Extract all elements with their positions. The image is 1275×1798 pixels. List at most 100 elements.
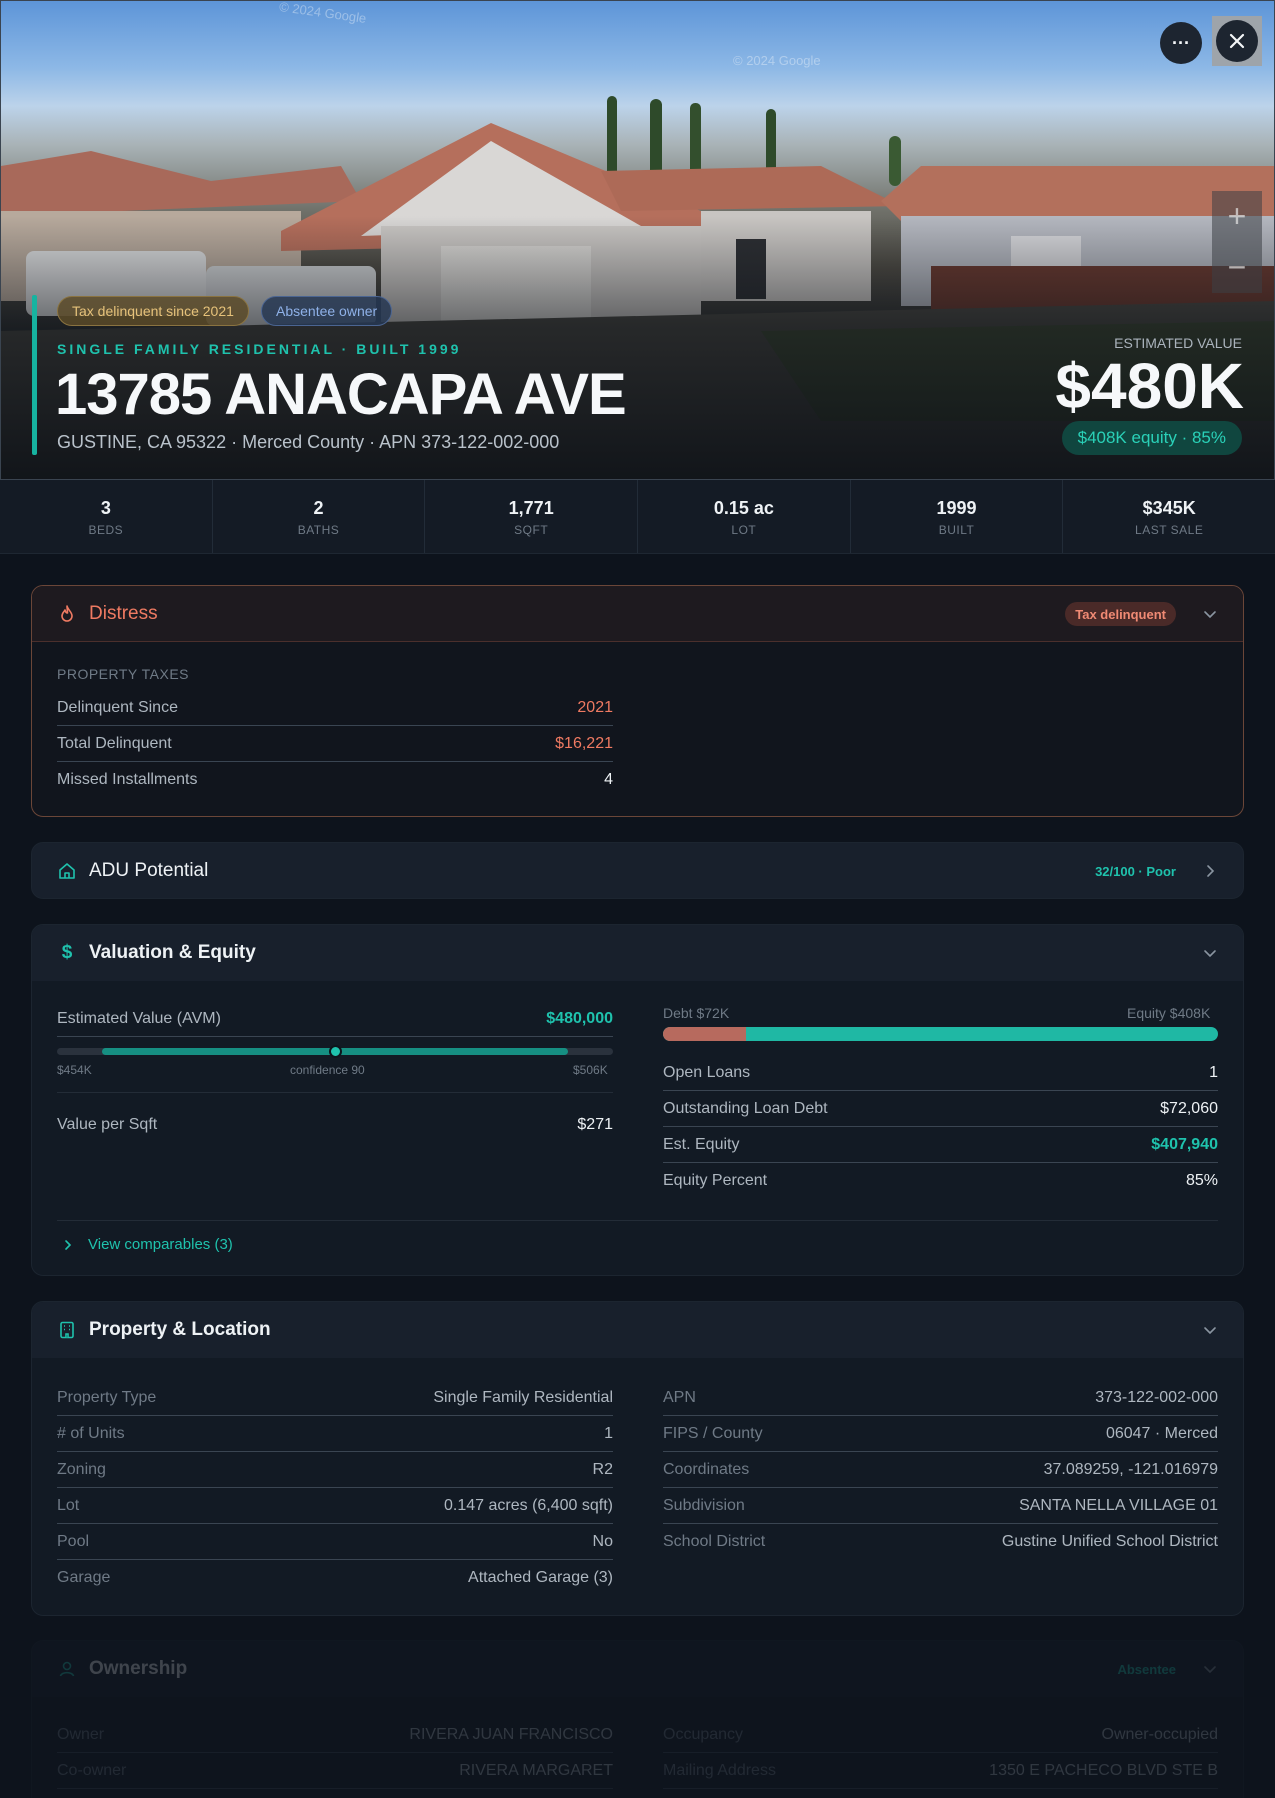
property-type-subtitle: SINGLE FAMILY RESIDENTIAL · BUILT 1999 xyxy=(57,341,462,357)
ownership-title: Ownership xyxy=(89,1658,188,1679)
street-view-zoom-controls: + − xyxy=(1212,191,1262,293)
chevron-down-icon[interactable] xyxy=(1202,945,1218,961)
row-value: $72,060 xyxy=(1160,1099,1218,1117)
divider xyxy=(57,1220,1218,1221)
row-value: $407,940 xyxy=(1151,1135,1218,1153)
row-value: RIVERA JUAN FRANCISCO xyxy=(409,1725,613,1743)
equity-row: Equity Percent 85% xyxy=(663,1163,1218,1199)
stat-value: 1999 xyxy=(936,498,977,518)
stat-lot: 0.15 ac LOT xyxy=(638,480,851,553)
avm-row: Estimated Value (AVM) $480,000 xyxy=(57,1001,613,1037)
row-value: 1 xyxy=(604,1424,613,1442)
row-value: No xyxy=(592,1532,613,1550)
absentee-badge: Absentee xyxy=(1117,1661,1176,1677)
zoom-out-button[interactable]: − xyxy=(1212,242,1262,293)
dollar-icon: $ xyxy=(61,942,73,963)
stat-value: 3 xyxy=(100,498,111,518)
adu-score: 32/100 · Poor xyxy=(1095,863,1176,879)
property-row: Zoning R2 xyxy=(57,1452,613,1488)
stat-sqft: 1,771 SQFT xyxy=(425,480,639,553)
distress-title: Distress xyxy=(89,602,158,624)
stat-label: SQFT xyxy=(514,523,549,537)
building-icon xyxy=(57,1320,77,1340)
row-value: SANTA NELLA VILLAGE 01 xyxy=(1019,1496,1218,1514)
row-key: Total Delinquent xyxy=(57,734,172,752)
property-row: Lot 0.147 acres (6,400 sqft) xyxy=(57,1488,613,1524)
valuation-title: Valuation & Equity xyxy=(89,942,256,963)
ownership-row: Owner RIVERA JUAN FRANCISCO xyxy=(57,1717,613,1753)
stat-last-sale: $345K LAST SALE xyxy=(1063,480,1275,553)
equity-label: Equity $408K xyxy=(1127,1005,1211,1021)
row-value: 4 xyxy=(604,771,613,788)
row-value: Single Family Residential xyxy=(433,1388,613,1406)
row-key: School District xyxy=(663,1533,766,1550)
property-address-title: 13785 ANACAPA AVE xyxy=(55,362,627,427)
property-stats-bar: 3 BEDS 2 BATHS 1,771 SQFT 0.15 ac LOT 1999 BU… xyxy=(0,480,1275,554)
row-key: Subdivision xyxy=(663,1496,745,1514)
stat-label: LAST SALE xyxy=(1135,523,1204,537)
ownership-row: Co-owner RIVERA MARGARET xyxy=(57,1753,613,1789)
distress-card: Distress Tax delinquent PROPERTY TAXES D… xyxy=(31,585,1244,817)
stat-beds: 3 BEDS xyxy=(0,480,213,553)
row-value: 373-122-002-000 xyxy=(1095,1388,1218,1406)
row-key: FIPS / County xyxy=(663,1424,763,1442)
close-button[interactable] xyxy=(1216,20,1258,62)
debt-label: Debt $72K xyxy=(663,1005,730,1021)
row-key: Zoning xyxy=(57,1460,106,1478)
street-view-hero: © 2024 Google © 2024 Google ··· + − Tax … xyxy=(0,0,1275,480)
home-icon xyxy=(57,861,77,881)
row-key: Outstanding Loan Debt xyxy=(663,1099,828,1117)
row-key: Delinquent Since xyxy=(57,698,178,716)
row-key: Property Type xyxy=(57,1388,157,1406)
stat-value: 0.15 ac xyxy=(713,498,774,518)
location-row: FIPS / County 06047 · Merced xyxy=(663,1416,1218,1452)
distress-card-header[interactable]: Distress Tax delinquent xyxy=(32,586,1243,642)
property-row: Property Type Single Family Residential xyxy=(57,1380,613,1416)
avm-range-high: $506K xyxy=(573,1063,608,1077)
ownership-card-header[interactable]: Ownership Absentee xyxy=(32,1641,1243,1697)
property-row: Garage Attached Garage (3) xyxy=(57,1560,613,1596)
valuation-equity-card: $ Valuation & Equity Estimated Value (AV… xyxy=(31,924,1244,1276)
chevron-down-icon[interactable] xyxy=(1202,1661,1218,1677)
row-value: Attached Garage (3) xyxy=(468,1569,613,1586)
stat-built: 1999 BUILT xyxy=(851,480,1064,553)
stat-baths: 2 BATHS xyxy=(213,480,426,553)
avm-range-low: $454K xyxy=(57,1063,92,1077)
row-key: # of Units xyxy=(57,1424,125,1442)
property-row: # of Units 1 xyxy=(57,1416,613,1452)
more-options-button[interactable]: ··· xyxy=(1160,22,1202,64)
ownership-row: Mailing Address 1350 E PACHECO BLVD STE B xyxy=(663,1753,1218,1789)
equity-row: Est. Equity $407,940 xyxy=(663,1127,1218,1163)
avm-label: Estimated Value (AVM) xyxy=(57,1009,221,1027)
row-value: 1350 E PACHECO BLVD STE B xyxy=(989,1761,1218,1779)
row-key: Co-owner xyxy=(57,1761,127,1779)
valuation-card-header[interactable]: $ Valuation & Equity xyxy=(32,925,1243,981)
property-row: Pool No xyxy=(57,1524,613,1560)
avm-value: $480,000 xyxy=(546,1009,613,1027)
equity-badge: $408K equity · 85% xyxy=(1061,421,1242,455)
user-icon xyxy=(57,1659,77,1679)
stat-value: $345K xyxy=(1142,498,1196,518)
tax-delinquent-tag: Tax delinquent since 2021 xyxy=(57,296,249,326)
row-value: 1 xyxy=(1209,1063,1218,1081)
property-card-header[interactable]: Property & Location xyxy=(32,1302,1243,1358)
chevron-down-icon[interactable] xyxy=(1202,1322,1218,1338)
adu-title: ADU Potential xyxy=(89,860,209,881)
adu-potential-card[interactable]: ADU Potential 32/100 · Poor xyxy=(31,842,1244,899)
row-key: APN xyxy=(663,1388,696,1406)
chevron-down-icon[interactable] xyxy=(1202,606,1218,622)
debt-equity-bar xyxy=(663,1027,1218,1041)
row-value: R2 xyxy=(592,1460,613,1478)
chevron-right-icon[interactable] xyxy=(1202,863,1218,879)
tax-delinquent-badge: Tax delinquent xyxy=(1065,602,1176,626)
property-taxes-label: PROPERTY TAXES xyxy=(57,666,190,682)
property-location-card: Property & Location Property Type Single … xyxy=(31,1301,1244,1616)
zoom-in-button[interactable]: + xyxy=(1212,191,1262,242)
chevron-right-icon xyxy=(65,1239,72,1250)
estimated-value: $480K xyxy=(1055,350,1244,422)
adu-card-header[interactable]: ADU Potential 32/100 · Poor xyxy=(32,843,1243,898)
row-key: Occupancy xyxy=(663,1725,744,1743)
row-key: Lot xyxy=(57,1496,80,1514)
view-comparables-link[interactable]: View comparables (3) xyxy=(62,1236,233,1253)
location-row: School District Gustine Unified School Di… xyxy=(663,1524,1218,1560)
